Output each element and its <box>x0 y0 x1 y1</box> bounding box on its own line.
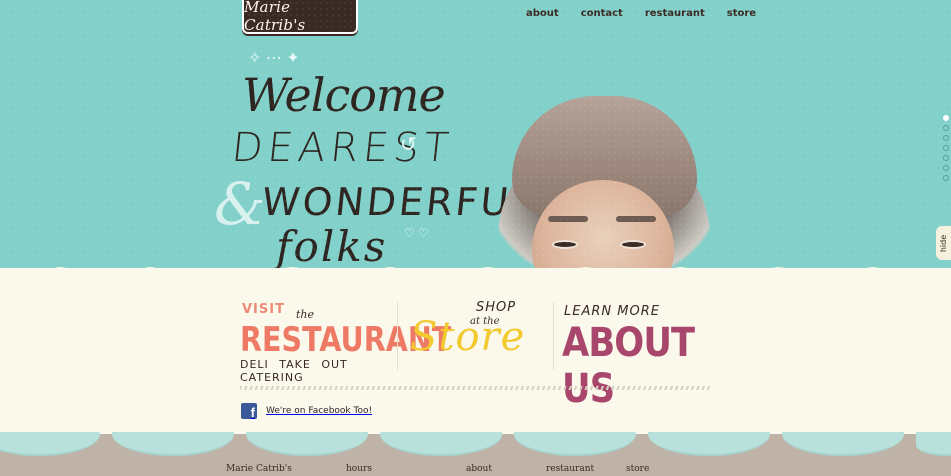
store-at-the-text: at the <box>470 316 500 327</box>
restaurant-subtitle: DELI TAKE OUT CATERING <box>240 358 348 384</box>
facebook-link[interactable]: f We're on Facebook Too! <box>241 403 372 419</box>
slide-pager <box>943 115 949 181</box>
swirl-icon: ↺ <box>400 134 417 156</box>
portrait-hair <box>498 137 710 277</box>
footer-nav: Marie Catrib's hours about restaurant st… <box>0 464 951 476</box>
welcome-line-1: Welcome <box>242 68 446 122</box>
facebook-label: We're on Facebook Too! <box>266 406 373 416</box>
promo-divider <box>397 302 398 370</box>
logo-text: Marie Catrib's <box>244 0 306 34</box>
footer-link-store[interactable]: store <box>626 464 649 474</box>
nav-contact[interactable]: contact <box>570 8 634 19</box>
facebook-icon: f <box>241 403 257 419</box>
promo-divider <box>553 302 554 370</box>
hide-label: hide <box>939 234 949 252</box>
visit-restaurant-link[interactable]: VISIT the RESTAURANT DELI TAKE OUT CATER… <box>240 300 451 384</box>
welcome-message: ✧ ⋯ ✦ Welcome DEAREST ↺ & WONDERFUL ♡ ♡ … <box>214 50 538 275</box>
footer-link-restaurant[interactable]: restaurant <box>546 464 594 474</box>
slide-dot-2[interactable] <box>943 125 949 131</box>
restaurant-visit-text: VISIT <box>242 302 285 317</box>
hero-banner: Marie Catrib's about contact restaurant … <box>0 0 951 282</box>
slide-dot-5[interactable] <box>943 155 949 161</box>
dashed-divider <box>240 386 710 390</box>
hide-panel-button[interactable]: hide <box>936 226 951 260</box>
portrait-hat <box>512 96 697 216</box>
portrait-eye-left <box>552 240 578 249</box>
slide-dot-3[interactable] <box>943 135 949 141</box>
store-shop-text: SHOP <box>476 300 517 315</box>
site-logo[interactable]: Marie Catrib's <box>242 0 358 34</box>
learn-more-about-link[interactable]: LEARN MORE ABOUT US <box>558 300 710 412</box>
portrait-brow-left <box>548 216 588 222</box>
slide-dot-6[interactable] <box>943 165 949 171</box>
slide-dot-1[interactable] <box>943 115 949 121</box>
nav-restaurant[interactable]: restaurant <box>634 8 716 19</box>
portrait-photo <box>490 92 712 282</box>
store-title: Store <box>410 314 526 360</box>
about-title: ABOUT US <box>562 320 695 412</box>
sparkle-icon: ✧ ⋯ ✦ <box>248 50 300 67</box>
welcome-line-3: WONDERFUL <box>259 180 538 224</box>
portrait-brow-right <box>616 216 656 222</box>
about-learn-more-text: LEARN MORE <box>564 304 660 319</box>
slide-dot-7[interactable] <box>943 175 949 181</box>
welcome-ampersand: & <box>214 170 266 238</box>
nav-about[interactable]: about <box>515 8 570 19</box>
welcome-line-2: DEAREST <box>229 125 456 171</box>
nav-store[interactable]: store <box>716 8 767 19</box>
slide-dot-4[interactable] <box>943 145 949 151</box>
footer-link-home[interactable]: Marie Catrib's <box>226 464 292 474</box>
footer-link-about[interactable]: about <box>466 464 492 474</box>
shop-store-link[interactable]: SHOP Store at the <box>404 300 549 378</box>
main-nav: about contact restaurant store <box>515 8 767 19</box>
hearts-icon: ♡ ♡ <box>404 226 429 240</box>
footer-link-hours[interactable]: hours <box>346 464 372 474</box>
portrait-eye-right <box>620 240 646 249</box>
